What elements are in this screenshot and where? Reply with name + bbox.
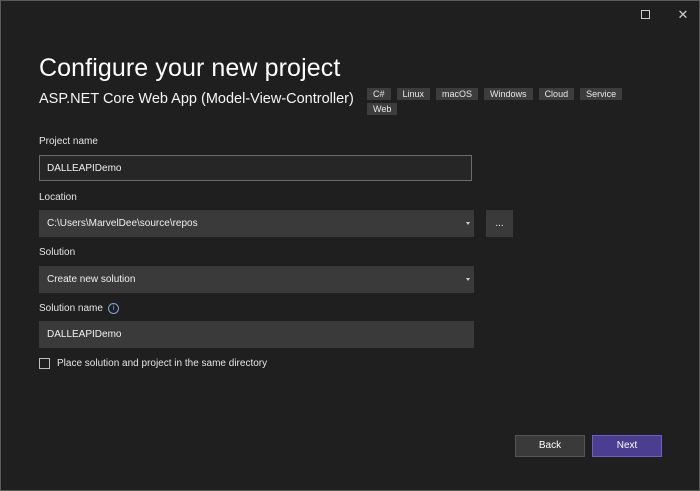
project-name-label-text: Project name [39, 136, 98, 147]
close-icon: ✕ [677, 6, 689, 22]
chevron-down-icon [466, 222, 470, 225]
solution-label-text: Solution [39, 247, 76, 258]
same-directory-label: Place solution and project in the same d… [57, 358, 268, 369]
browse-location-button[interactable]: ... [486, 210, 513, 237]
tag-web: Web [367, 103, 398, 115]
location-label-text: Location [39, 192, 77, 203]
maximize-icon [640, 9, 650, 19]
tag-windows: Windows [484, 88, 533, 100]
template-name: ASP.NET Core Web App (Model-View-Control… [39, 91, 354, 107]
same-directory-option[interactable]: Place solution and project in the same d… [39, 358, 267, 369]
back-button[interactable]: Back [515, 435, 585, 457]
page-title: Configure your new project [39, 53, 341, 82]
tag-linux: Linux [396, 88, 431, 100]
close-button[interactable]: ✕ [675, 7, 691, 21]
tag-macos: macOS [436, 88, 479, 100]
solution-name-label: Solution name i [39, 303, 119, 314]
solution-name-input[interactable]: DALLEAPIDemo [39, 321, 474, 348]
tag-cloud: Cloud [538, 88, 575, 100]
location-value: C:\Users\MarvelDee\source\repos [47, 218, 198, 229]
solution-combobox[interactable]: Create new solution [39, 266, 474, 293]
same-directory-checkbox[interactable] [39, 358, 50, 369]
location-label: Location [39, 192, 77, 203]
tag-service: Service [580, 88, 623, 100]
configure-project-dialog: ✕ Configure your new project ASP.NET Cor… [0, 0, 700, 491]
next-button[interactable]: Next [592, 435, 662, 457]
info-icon[interactable]: i [107, 303, 119, 314]
solution-label: Solution [39, 247, 75, 258]
location-combobox[interactable]: C:\Users\MarvelDee\source\repos [39, 210, 474, 237]
chevron-down-icon [466, 278, 470, 281]
maximize-button[interactable] [637, 7, 653, 21]
solution-value: Create new solution [47, 274, 136, 285]
solution-name-label-text: Solution name [39, 303, 103, 314]
tag-csharp: C# [367, 88, 391, 100]
project-name-label: Project name [39, 136, 98, 147]
template-tags: C# Linux macOS Windows Cloud Service Web [367, 88, 635, 115]
project-name-input[interactable]: DALLEAPIDemo [39, 155, 472, 181]
